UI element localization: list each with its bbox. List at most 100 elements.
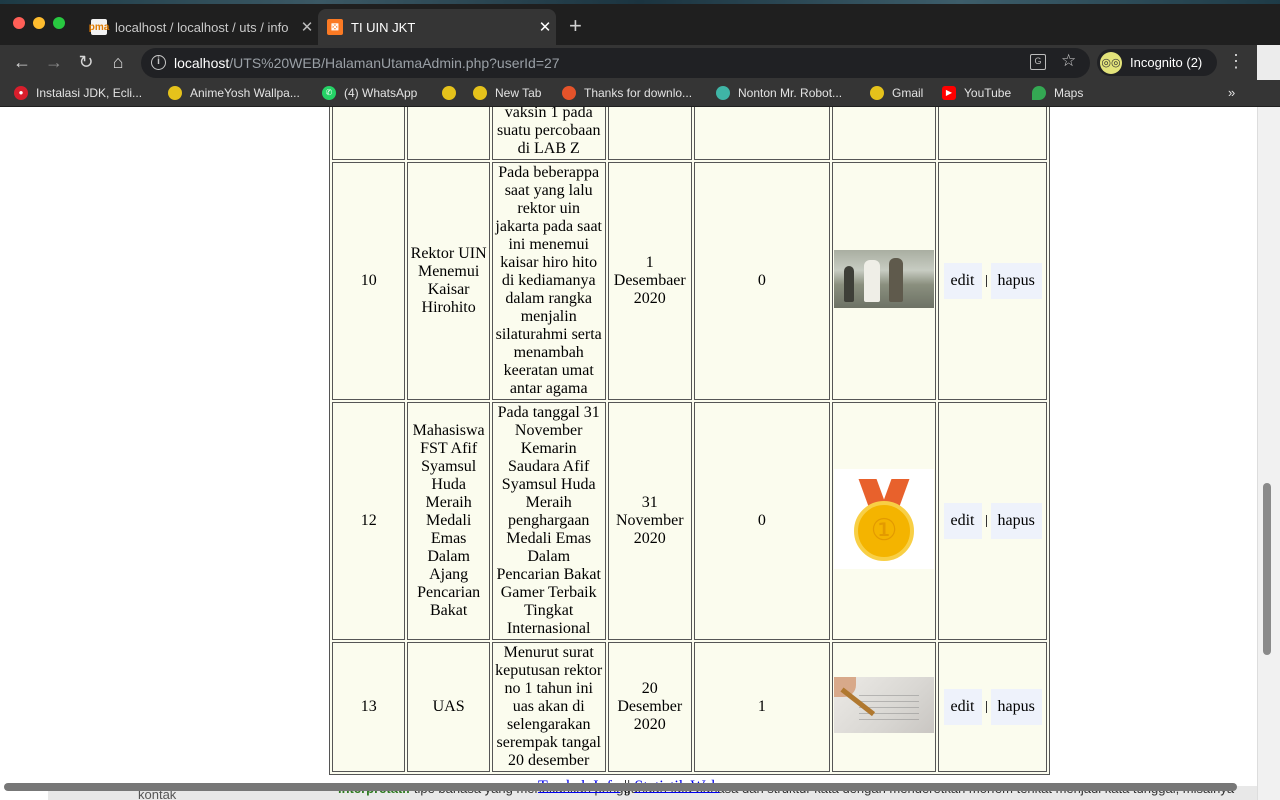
cell-actions: edit hapus <box>938 162 1047 400</box>
globe-icon <box>473 86 487 100</box>
bookmark-star-icon[interactable]: ☆ <box>1061 51 1076 71</box>
address-url[interactable]: localhost/UTS%20WEB/HalamanUtamaAdmin.ph… <box>174 55 560 71</box>
globe-icon <box>870 86 884 100</box>
incognito-icon: ◎◎ <box>1100 51 1122 74</box>
delete-button[interactable]: hapus <box>990 689 1042 725</box>
edit-button[interactable]: edit <box>943 689 982 725</box>
tab-phpmyadmin[interactable]: pma localhost / localhost / uts / info ✕ <box>82 9 318 45</box>
new-tab-plus-icon[interactable]: + <box>569 14 582 38</box>
bookmark-item[interactable]: ● Instalasi JDK, Ecli... <box>14 86 142 100</box>
address-bar[interactable]: i localhost/UTS%20WEB/HalamanUtamaAdmin.… <box>141 48 1090 78</box>
browser-menu-kebab-icon[interactable]: ⋮ <box>1226 51 1246 72</box>
forward-arrow-icon[interactable]: → <box>43 51 65 73</box>
edit-button[interactable]: edit <box>943 263 982 299</box>
bookmark-favicon-icon: ● <box>14 86 28 100</box>
cell-image <box>831 642 937 772</box>
cell-date: 31 November 2020 <box>607 402 692 640</box>
cell-date <box>607 107 692 160</box>
cell-id: 10 <box>332 162 406 400</box>
table-row: 10 Rektor UIN Menemui Kaisar Hirohito Pa… <box>332 162 1047 400</box>
cell-id: 13 <box>332 642 406 772</box>
bookmark-item[interactable]: Thanks for downlo... <box>562 86 692 100</box>
maps-pin-icon <box>1032 86 1046 100</box>
bookmark-item[interactable]: ✆ (4) WhatsApp <box>322 86 417 100</box>
youtube-icon: ▶ <box>942 86 956 100</box>
cell-views: 1 <box>693 642 830 772</box>
cell-body: Pada tanggal 31 November Kemarin Saudara… <box>491 402 606 640</box>
horizontal-scrollbar[interactable] <box>0 783 1257 793</box>
desktop-wallpaper-edge <box>0 0 1280 4</box>
minimize-window-button[interactable] <box>33 17 45 29</box>
vertical-scrollbar[interactable] <box>1257 107 1280 800</box>
cell-title: Mahasiswa FST Afif Syamsul Huda Meraih M… <box>407 402 490 640</box>
tab-title: TI UIN JKT <box>351 19 416 35</box>
cell-actions: edit hapus <box>938 402 1047 640</box>
table-row: 13 UAS Menurut surat keputusan rektor no… <box>332 642 1047 772</box>
cell-title <box>407 107 490 160</box>
vertical-scrollbar-thumb[interactable] <box>1263 483 1271 655</box>
movie-site-icon <box>716 86 730 100</box>
table-row: vaksin 1 pada suatu percobaan di LAB Z <box>332 107 1047 160</box>
reload-icon[interactable]: ↻ <box>75 51 97 73</box>
site-info-icon[interactable]: i <box>151 55 166 70</box>
translate-icon[interactable]: G <box>1030 54 1046 70</box>
cell-date: 20 Desember 2020 <box>607 642 692 772</box>
cell-id <box>332 107 406 160</box>
cell-date: 1 Desembaer 2020 <box>607 162 692 400</box>
browser-toolbar: ← → ↻ ⌂ i localhost/UTS%20WEB/HalamanUta… <box>0 45 1280 80</box>
info-table: vaksin 1 pada suatu percobaan di LAB Z 1… <box>329 107 1050 775</box>
delete-button[interactable]: hapus <box>990 503 1042 539</box>
cell-image <box>831 162 937 400</box>
photo-figure <box>889 257 904 302</box>
cell-body: Pada beberappa saat yang lalu rektor uin… <box>491 162 606 400</box>
more-bookmarks-chevron-icon[interactable]: » <box>1228 85 1235 100</box>
bookmark-item[interactable]: Nonton Mr. Robot... <box>716 86 842 100</box>
horizontal-scrollbar-thumb[interactable] <box>4 783 1237 791</box>
maximize-window-button[interactable] <box>53 17 65 29</box>
close-window-button[interactable] <box>13 17 25 29</box>
incognito-profile-button[interactable]: ◎◎ Incognito (2) <box>1097 49 1217 76</box>
cell-title: UAS <box>407 642 490 772</box>
photo-figure <box>864 259 881 302</box>
cell-actions: edit hapus <box>938 642 1047 772</box>
cell-image: ① <box>831 402 937 640</box>
cell-actions <box>938 107 1047 160</box>
close-tab-icon[interactable]: ✕ <box>296 18 318 36</box>
back-arrow-icon[interactable]: ← <box>11 51 33 73</box>
cell-title: Rektor UIN Menemui Kaisar Hirohito <box>407 162 490 400</box>
tab-title: localhost / localhost / uts / info <box>115 19 289 35</box>
bookmarks-bar: ● Instalasi JDK, Ecli... AnimeYosh Wallpa… <box>0 80 1280 107</box>
bookmark-item[interactable]: AnimeYosh Wallpa... <box>168 86 300 100</box>
close-tab-icon[interactable]: ✕ <box>534 18 556 36</box>
action-separator <box>985 515 987 528</box>
bookmark-item[interactable]: Maps <box>1032 86 1083 100</box>
home-icon[interactable]: ⌂ <box>107 51 129 73</box>
whatsapp-icon: ✆ <box>322 86 336 100</box>
exam-paper-image <box>834 676 935 733</box>
tab-ti-uin-jkt[interactable]: ⊠ TI UIN JKT ✕ <box>318 9 556 45</box>
bookmark-item[interactable] <box>442 86 464 100</box>
page-viewport: kontak interpretatif tipe bahasa yang me… <box>0 107 1257 800</box>
cell-body: Menurut surat keputusan rektor no 1 tahu… <box>491 642 606 772</box>
edit-button[interactable]: edit <box>943 503 982 539</box>
xampp-favicon-icon: ⊠ <box>327 19 343 35</box>
globe-icon <box>168 86 182 100</box>
action-separator <box>985 275 987 288</box>
cell-views: 0 <box>693 162 830 400</box>
download-site-icon <box>562 86 576 100</box>
medal-icon: ① <box>854 500 915 561</box>
tab-strip: pma localhost / localhost / uts / info ✕… <box>0 0 1280 45</box>
cell-image <box>831 107 937 160</box>
cell-id: 12 <box>332 402 406 640</box>
phpmyadmin-favicon-icon: pma <box>89 19 109 35</box>
historic-photo-image <box>834 249 935 308</box>
bookmark-item[interactable]: ▶ YouTube <box>942 86 1011 100</box>
bookmark-item[interactable]: New Tab <box>473 86 541 100</box>
bookmark-item[interactable]: Gmail <box>870 86 923 100</box>
cell-views <box>693 107 830 160</box>
gold-medal-image: ① <box>834 468 935 569</box>
photo-figure <box>844 265 855 302</box>
delete-button[interactable]: hapus <box>990 263 1042 299</box>
globe-icon <box>442 86 456 100</box>
table-row: 12 Mahasiswa FST Afif Syamsul Huda Merai… <box>332 402 1047 640</box>
